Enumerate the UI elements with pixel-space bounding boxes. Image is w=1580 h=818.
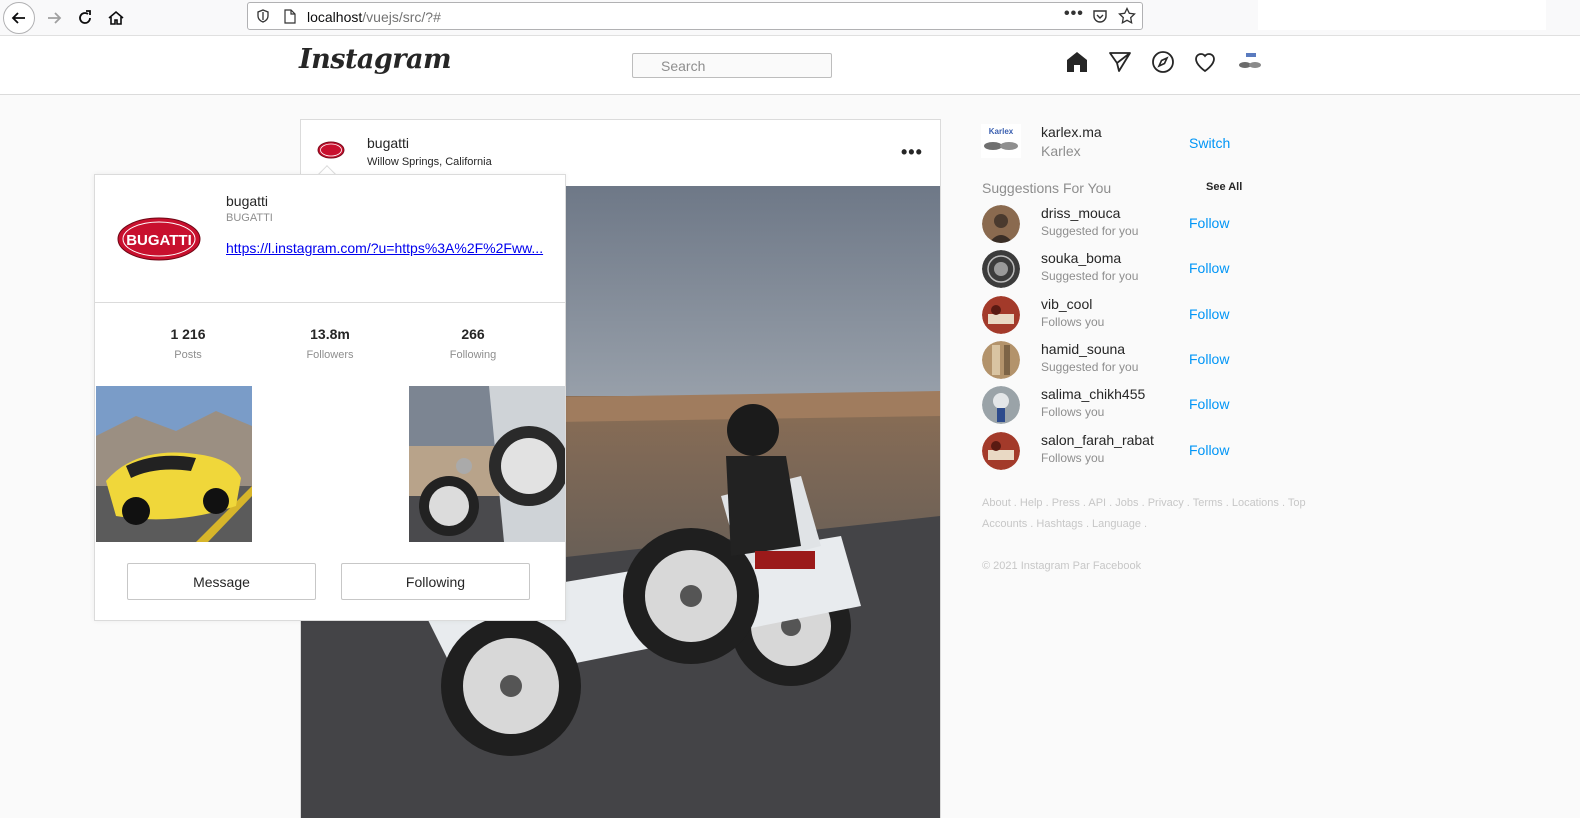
stat-followers[interactable]: 13.8m Followers xyxy=(270,326,390,361)
suggestion-avatar[interactable] xyxy=(982,386,1020,424)
arrow-right-icon xyxy=(48,12,62,24)
divider xyxy=(95,302,565,303)
follow-button[interactable]: Follow xyxy=(1189,306,1229,322)
home-icon[interactable] xyxy=(1065,50,1089,74)
reload-button[interactable] xyxy=(69,2,101,34)
following-button[interactable]: Following xyxy=(341,563,530,600)
suggestion-username[interactable]: souka_boma xyxy=(1041,250,1121,266)
stat-following-value: 266 xyxy=(461,326,485,342)
current-user-avatar[interactable]: Karlex xyxy=(981,124,1021,158)
suggestion-username[interactable]: driss_mouca xyxy=(1041,205,1120,221)
instagram-logo[interactable]: Instagram xyxy=(299,44,452,75)
suggestion-item: driss_mouca Suggested for you Follow xyxy=(981,205,1261,245)
stat-posts-label: Posts xyxy=(174,349,202,361)
stat-followers-label: Followers xyxy=(306,349,354,361)
current-user-username[interactable]: karlex.ma xyxy=(1041,124,1102,140)
message-button[interactable]: Message xyxy=(127,563,316,600)
profile-hover-card: BUGATTI bugatti BUGATTI https://l.instag… xyxy=(94,174,566,621)
suggestion-subtitle: Follows you xyxy=(1041,405,1105,419)
search-input[interactable] xyxy=(632,53,832,78)
post-location[interactable]: Willow Springs, California xyxy=(367,156,492,168)
suggestion-avatar[interactable] xyxy=(982,250,1020,288)
post-author-avatar[interactable] xyxy=(317,141,345,159)
suggestion-item: vib_cool Follows you Follow xyxy=(981,296,1261,336)
post-options-button[interactable]: ••• xyxy=(901,142,923,163)
back-button[interactable] xyxy=(3,2,35,34)
browser-blank-area xyxy=(1258,0,1546,30)
suggestion-subtitle: Follows you xyxy=(1041,451,1105,465)
page-icon xyxy=(284,9,296,24)
reload-icon xyxy=(79,10,91,24)
current-user-avatar-text: Karlex xyxy=(989,127,1014,136)
stat-posts-value: 1 216 xyxy=(170,326,206,342)
suggestion-username[interactable]: salon_farah_rabat xyxy=(1041,432,1154,448)
suggestion-item: salima_chikh455 Follows you Follow xyxy=(981,386,1261,426)
heart-icon[interactable] xyxy=(1193,50,1217,74)
hover-card-username[interactable]: bugatti xyxy=(226,193,268,209)
suggestion-avatar[interactable] xyxy=(982,341,1020,379)
recent-post-thumbnail[interactable] xyxy=(409,386,565,542)
url-text[interactable]: localhost/vuejs/src/?# xyxy=(307,9,441,25)
suggestion-avatar[interactable] xyxy=(982,205,1020,243)
suggestions-title: Suggestions For You xyxy=(982,180,1112,196)
see-all-button[interactable]: See All xyxy=(1206,181,1242,193)
recent-post-thumbnail[interactable] xyxy=(96,386,252,542)
stat-following[interactable]: 266 Following xyxy=(413,326,533,361)
hover-card-fullname: BUGATTI xyxy=(226,212,273,224)
star-icon[interactable] xyxy=(1118,7,1136,25)
suggestion-username[interactable]: vib_cool xyxy=(1041,296,1092,312)
follow-button[interactable]: Follow xyxy=(1189,260,1229,276)
suggestion-subtitle: Follows you xyxy=(1041,315,1105,329)
bugatti-logo[interactable]: BUGATTI xyxy=(117,217,201,261)
suggestion-avatar[interactable] xyxy=(982,432,1020,470)
suggestion-subtitle: Suggested for you xyxy=(1041,360,1139,374)
stat-posts: 1 216 Posts xyxy=(128,326,248,361)
stat-following-label: Following xyxy=(449,349,497,361)
suggestion-item: salon_farah_rabat Follows you Follow xyxy=(981,432,1261,472)
suggestion-item: souka_boma Suggested for you Follow xyxy=(981,250,1261,290)
pocket-icon[interactable] xyxy=(1092,8,1108,24)
direct-message-icon[interactable] xyxy=(1108,50,1132,74)
bugatti-logo-text: BUGATTI xyxy=(126,232,192,249)
home-button[interactable] xyxy=(100,2,132,34)
follow-button[interactable]: Follow xyxy=(1189,396,1229,412)
arrow-left-icon xyxy=(11,12,25,24)
thumbnail-yellow-car xyxy=(96,386,252,542)
stat-followers-value: 13.8m xyxy=(310,326,350,342)
forward-button[interactable] xyxy=(38,2,70,34)
switch-account-button[interactable]: Switch xyxy=(1189,135,1230,151)
current-user-name: Karlex xyxy=(1041,143,1081,159)
instagram-header: Instagram xyxy=(0,36,1580,95)
thumbnail-white-car xyxy=(409,386,565,542)
shield-icon[interactable] xyxy=(256,9,270,23)
suggestion-item: hamid_souna Suggested for you Follow xyxy=(981,341,1261,381)
explore-compass-icon[interactable] xyxy=(1151,50,1175,74)
follow-button[interactable]: Follow xyxy=(1189,215,1229,231)
suggestion-username[interactable]: hamid_souna xyxy=(1041,341,1125,357)
suggestion-subtitle: Suggested for you xyxy=(1041,224,1139,238)
url-path: /vuejs/src/?# xyxy=(362,9,441,25)
url-bar[interactable]: localhost/vuejs/src/?# ••• xyxy=(247,2,1143,30)
browser-toolbar: localhost/vuejs/src/?# ••• xyxy=(0,0,1580,36)
url-host: localhost xyxy=(307,9,363,25)
page-actions-more-button[interactable]: ••• xyxy=(1064,5,1084,23)
suggestion-avatar[interactable] xyxy=(982,296,1020,334)
footer-links[interactable]: About . Help . Press . API . Jobs . Priv… xyxy=(982,493,1312,535)
follow-button[interactable]: Follow xyxy=(1189,351,1229,367)
suggestion-subtitle: Suggested for you xyxy=(1041,269,1139,283)
profile-avatar[interactable] xyxy=(1237,50,1263,74)
post-username[interactable]: bugatti xyxy=(367,135,409,151)
suggestion-username[interactable]: salima_chikh455 xyxy=(1041,386,1145,402)
hover-card-bio-link[interactable]: https://l.instagram.com/?u=https%3A%2F%2… xyxy=(226,240,546,256)
footer-copyright: © 2021 Instagram Par Facebook xyxy=(982,560,1142,572)
home-icon xyxy=(108,10,124,25)
follow-button[interactable]: Follow xyxy=(1189,442,1229,458)
